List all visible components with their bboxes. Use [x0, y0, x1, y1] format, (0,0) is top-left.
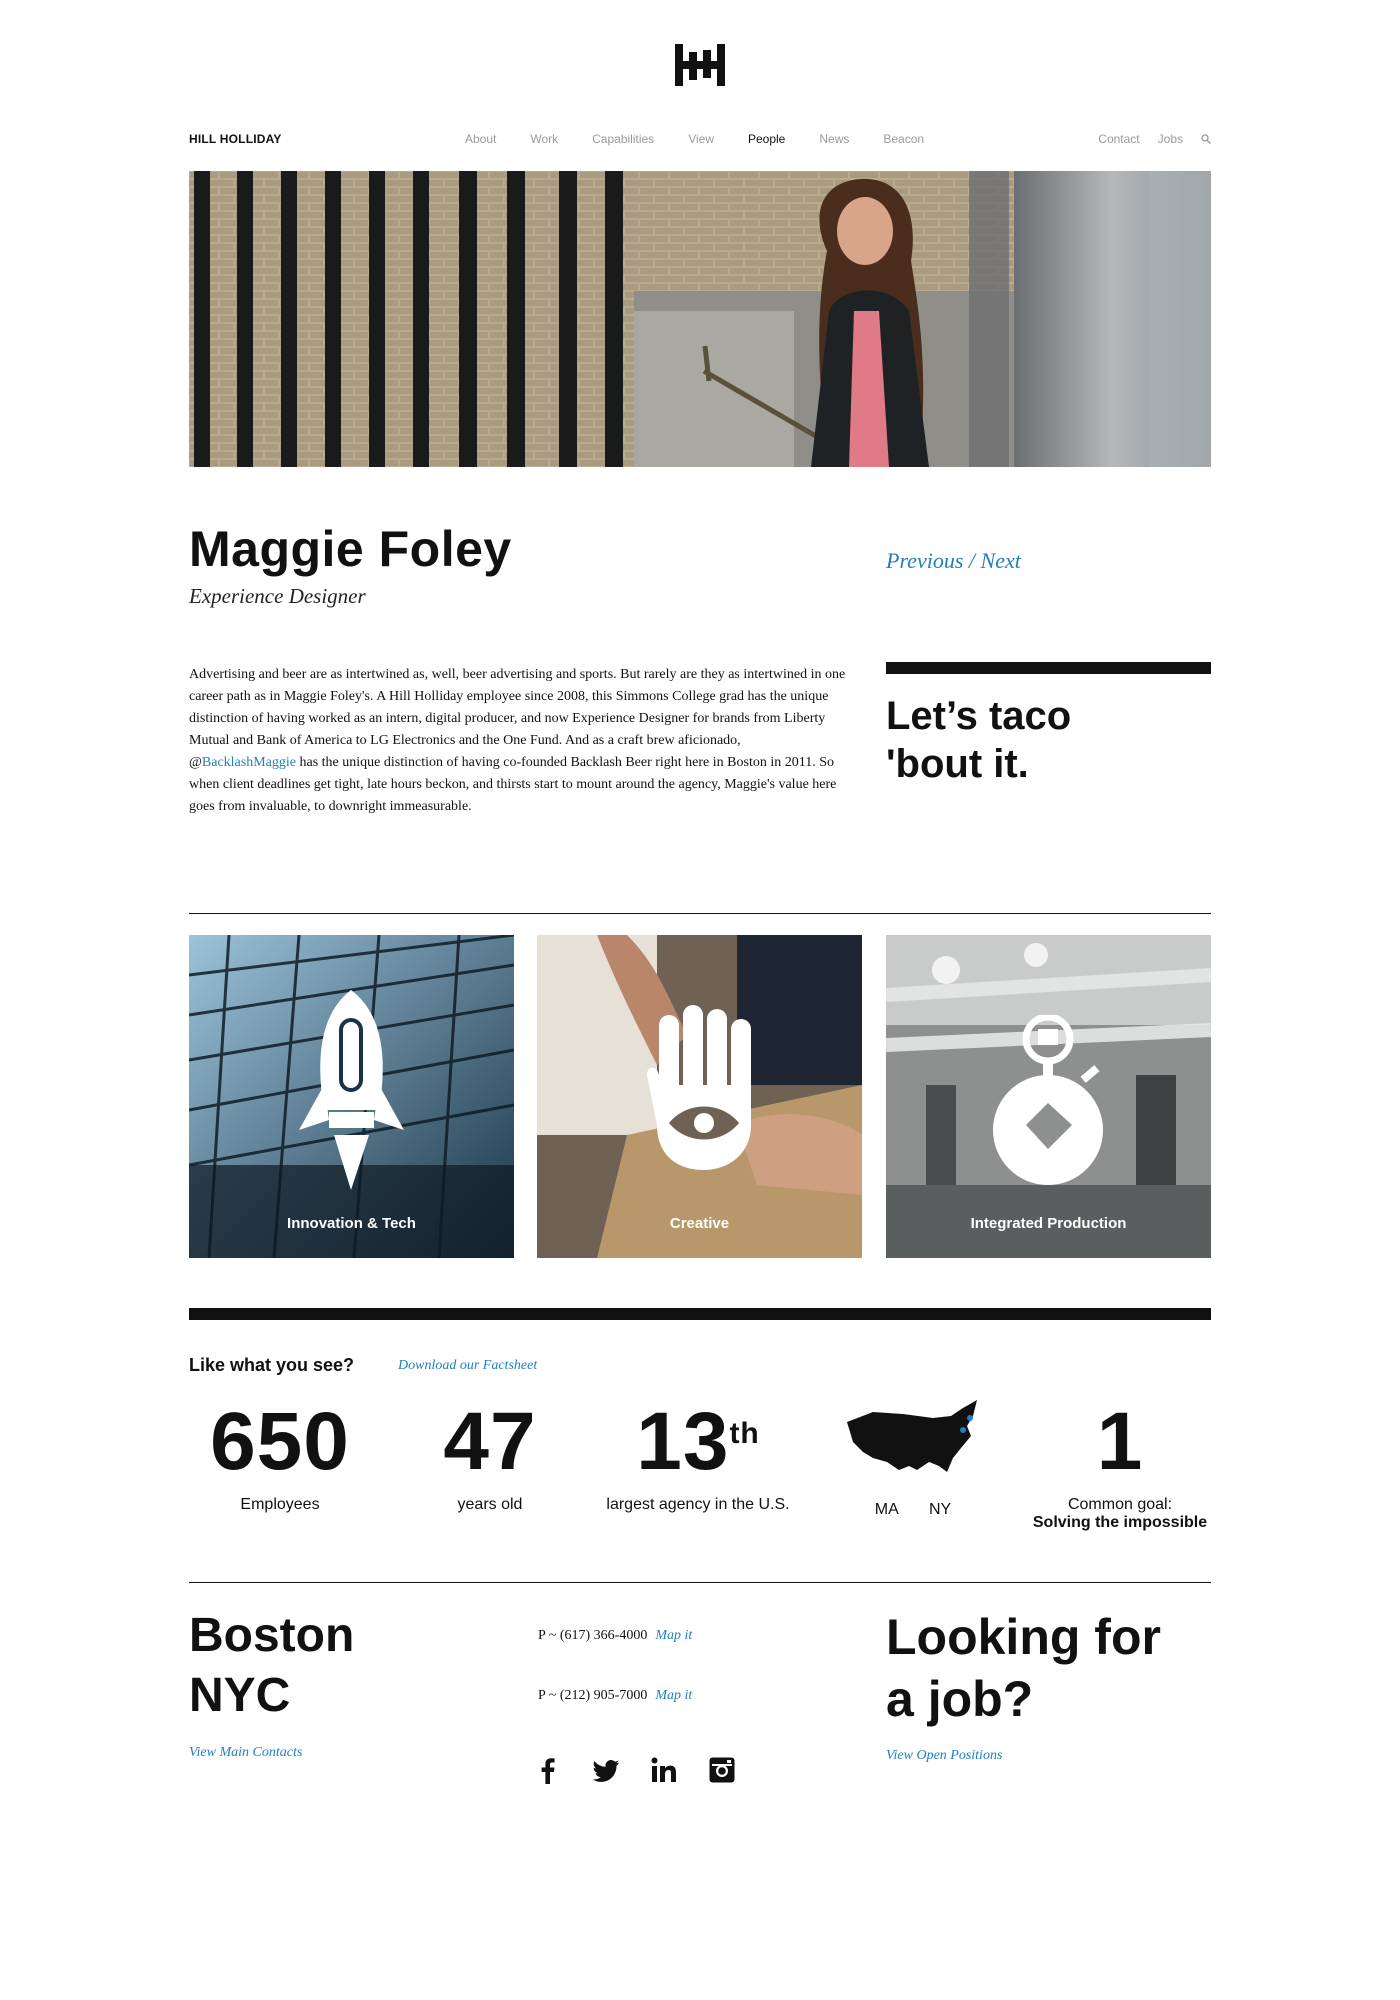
phone-nyc: P ~ (212) 905-7000 Map it	[538, 1688, 692, 1704]
main-nav: HILL HOLLIDAY About Work Capabilities Vi…	[189, 132, 1211, 152]
nav-item-contact[interactable]: Contact	[1098, 132, 1139, 146]
section-divider	[189, 913, 1211, 914]
stat-employees: 650 Employees	[180, 1392, 380, 1514]
stat-label: Common goal:	[1067, 1496, 1173, 1513]
nav-item-news[interactable]: News	[819, 132, 849, 146]
stat-location-labels: MA NY	[838, 1501, 988, 1519]
pull-quote-line-1: Let’s taco	[886, 694, 1072, 738]
nav-center: About Work Capabilities View People News…	[465, 132, 924, 146]
nav-item-about[interactable]: About	[465, 132, 496, 146]
city-nyc: NYC	[189, 1669, 291, 1722]
stat-value: 47	[443, 1396, 537, 1487]
social-links	[534, 1756, 736, 1784]
stat-rank: 13th largest agency in the U.S.	[588, 1392, 808, 1514]
stat-label: years old	[457, 1496, 523, 1513]
prev-next-nav: Previous / Next	[886, 548, 1021, 574]
download-factsheet-link[interactable]: Download our Factsheet	[398, 1358, 537, 1374]
stat-label: largest agency in the U.S.	[606, 1496, 790, 1513]
usa-map-icon	[847, 1400, 977, 1472]
stat-number: 13	[636, 1396, 730, 1487]
phone-number: P ~ (617) 366-4000	[538, 1628, 648, 1643]
tile-label: Creative	[669, 1215, 730, 1232]
label-ma: MA	[874, 1501, 898, 1518]
nav-item-view[interactable]: View	[688, 132, 714, 146]
stat-value: 650	[210, 1396, 350, 1487]
label-ny: NY	[929, 1501, 952, 1518]
phone-boston: P ~ (617) 366-4000 Map it	[538, 1628, 692, 1644]
city-boston: Boston	[189, 1609, 355, 1662]
stat-label: Employees	[240, 1496, 320, 1513]
job-heading-line-1: Looking for	[886, 1609, 1161, 1665]
view-main-contacts-link[interactable]: View Main Contacts	[189, 1745, 302, 1761]
view-open-positions-link[interactable]: View Open Positions	[886, 1748, 1002, 1764]
nav-item-work[interactable]: Work	[530, 132, 558, 146]
facebook-icon[interactable]	[534, 1756, 562, 1784]
stat-locations: MA NY	[838, 1392, 988, 1519]
tile-label: Integrated Production	[970, 1215, 1127, 1232]
twitter-icon[interactable]	[592, 1756, 620, 1784]
stopwatch-icon	[993, 1015, 1103, 1185]
stat-label-bold: Solving the impossible	[1032, 1514, 1208, 1531]
map-it-link[interactable]: Map it	[655, 1688, 692, 1703]
search-icon[interactable]	[1201, 134, 1211, 144]
brand-name[interactable]: HILL HOLLIDAY	[189, 132, 282, 146]
hh-logo-icon[interactable]	[673, 44, 727, 86]
job-heading-line-2: a job?	[886, 1671, 1034, 1727]
linkedin-icon[interactable]	[650, 1756, 678, 1784]
tile-integrated-production[interactable]: Integrated Production	[886, 935, 1211, 1258]
stats-heading: Like what you see?	[189, 1355, 355, 1375]
stat-suffix: th	[729, 1417, 760, 1450]
twitter-handle-link[interactable]: BacklashMaggie	[202, 755, 296, 770]
hero-photo	[189, 171, 1211, 467]
stat-goal: 1 Common goal: Solving the impossible	[1020, 1392, 1220, 1532]
profile-name: Maggie Foley	[189, 521, 512, 577]
footer-cities: Boston NYC	[189, 1606, 354, 1726]
quote-rule	[886, 662, 1211, 674]
job-heading: Looking for a job?	[886, 1606, 1161, 1730]
tile-innovation-tech[interactable]: Innovation & Tech	[189, 935, 514, 1258]
tile-creative[interactable]: Creative	[537, 935, 862, 1258]
rocket-icon	[299, 990, 404, 1190]
nav-item-beacon[interactable]: Beacon	[883, 132, 924, 146]
stat-value: 1	[1096, 1396, 1144, 1487]
page: HILL HOLLIDAY About Work Capabilities Vi…	[0, 0, 1400, 2000]
hand-eye-icon	[647, 1005, 751, 1170]
previous-link[interactable]: Previous	[886, 548, 963, 573]
tile-label: Innovation & Tech	[287, 1215, 416, 1232]
nav-item-people[interactable]: People	[748, 132, 785, 146]
profile-title: Experience Designer	[189, 584, 366, 608]
nav-item-capabilities[interactable]: Capabilities	[592, 132, 654, 146]
pull-quote: Let’s taco 'bout it.	[886, 692, 1071, 788]
profile-bio: Advertising and beer are as intertwined …	[189, 664, 849, 818]
map-it-link[interactable]: Map it	[655, 1628, 692, 1643]
pull-quote-line-2: 'bout it.	[886, 742, 1029, 786]
footer-divider	[189, 1582, 1211, 1583]
stats-rule	[189, 1308, 1211, 1320]
prev-next-separator: /	[968, 548, 976, 573]
next-link[interactable]: Next	[981, 548, 1021, 573]
nav-item-jobs[interactable]: Jobs	[1158, 132, 1183, 146]
stat-years: 47 years old	[390, 1392, 590, 1514]
stat-value: 13th	[588, 1392, 808, 1492]
nav-right: Contact Jobs	[1098, 132, 1211, 146]
instagram-icon[interactable]	[708, 1756, 736, 1784]
phone-number: P ~ (212) 905-7000	[538, 1688, 648, 1703]
